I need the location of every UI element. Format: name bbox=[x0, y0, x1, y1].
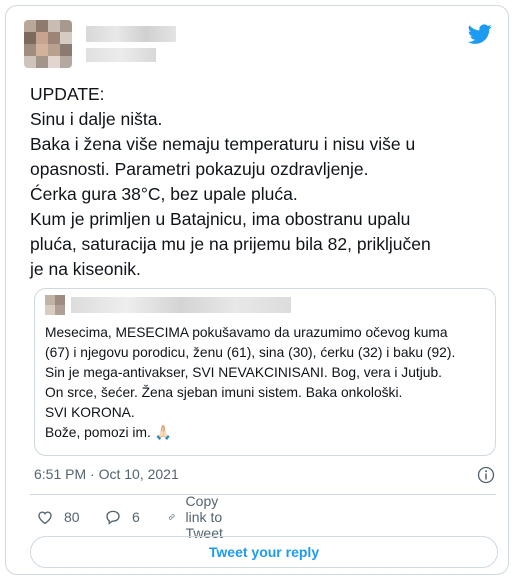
copy-link-button[interactable]: Copy link to Tweet bbox=[168, 493, 233, 541]
tweet-line: je na kiseonik. bbox=[30, 259, 141, 279]
reply-count: 6 bbox=[132, 509, 140, 525]
tweet-header bbox=[24, 20, 494, 68]
quote-line: (67) i njegovu porodicu, ženu (61), sina… bbox=[45, 345, 456, 360]
quoted-avatar bbox=[45, 295, 65, 315]
quoted-tweet[interactable]: Mesecima, MESECIMA pokušavamo da urazumi… bbox=[34, 288, 496, 456]
divider bbox=[30, 494, 496, 495]
heart-icon bbox=[38, 511, 52, 525]
author-name-redacted[interactable] bbox=[86, 26, 176, 42]
like-button[interactable]: 80 bbox=[36, 506, 80, 528]
quote-line: Bože, pomozi im. 🙏🏻 bbox=[45, 425, 172, 440]
quoted-tweet-text: Mesecima, MESECIMA pokušavamo da urazumi… bbox=[45, 323, 491, 443]
tweet-line: Baka i žena više nemaju temperaturu i ni… bbox=[30, 134, 416, 154]
like-count: 80 bbox=[64, 509, 80, 525]
avatar[interactable] bbox=[24, 20, 72, 68]
tweet-your-reply-button[interactable]: Tweet your reply bbox=[30, 536, 498, 568]
quote-line: Mesecima, MESECIMA pokušavamo da urazumi… bbox=[45, 325, 448, 340]
tweet-line: Sinu i dalje ništa. bbox=[30, 109, 163, 129]
tweet-line: UPDATE: bbox=[30, 84, 105, 104]
twitter-bird-icon[interactable] bbox=[466, 22, 494, 46]
tweet-line: pluća, saturacija mu je na prijemu bila … bbox=[30, 234, 431, 254]
quoted-author-redacted bbox=[71, 297, 291, 313]
quote-line: Sin je mega-antivakser, SVI NEVAKCINISAN… bbox=[45, 365, 442, 380]
tweet-text: UPDATE: Sinu i dalje ništa. Baka i žena … bbox=[30, 82, 500, 282]
tweet-card: UPDATE: Sinu i dalje ništa. Baka i žena … bbox=[5, 5, 509, 575]
author-handle-redacted[interactable] bbox=[86, 48, 156, 62]
copy-link-label: Copy link to Tweet bbox=[185, 493, 223, 541]
quote-line: SVI KORONA. bbox=[45, 405, 135, 420]
link-icon bbox=[169, 514, 175, 520]
tweet-line: Kum je primljen u Batajnicu, ima obostra… bbox=[30, 209, 411, 229]
tweet-line: Ćerka gura 38°C, bez upale pluća. bbox=[30, 184, 298, 204]
tweet-timestamp[interactable]: 6:51 PM · Oct 10, 2021 bbox=[34, 466, 179, 482]
reply-button[interactable]: 6 bbox=[104, 506, 140, 528]
tweet-line: opasnosti. Parametri pokazuju ozdravljen… bbox=[30, 159, 369, 179]
reply-icon bbox=[106, 510, 120, 525]
info-icon[interactable] bbox=[477, 466, 495, 484]
quote-line: On srce, šećer. Žena sjeban imuni sistem… bbox=[45, 385, 403, 400]
